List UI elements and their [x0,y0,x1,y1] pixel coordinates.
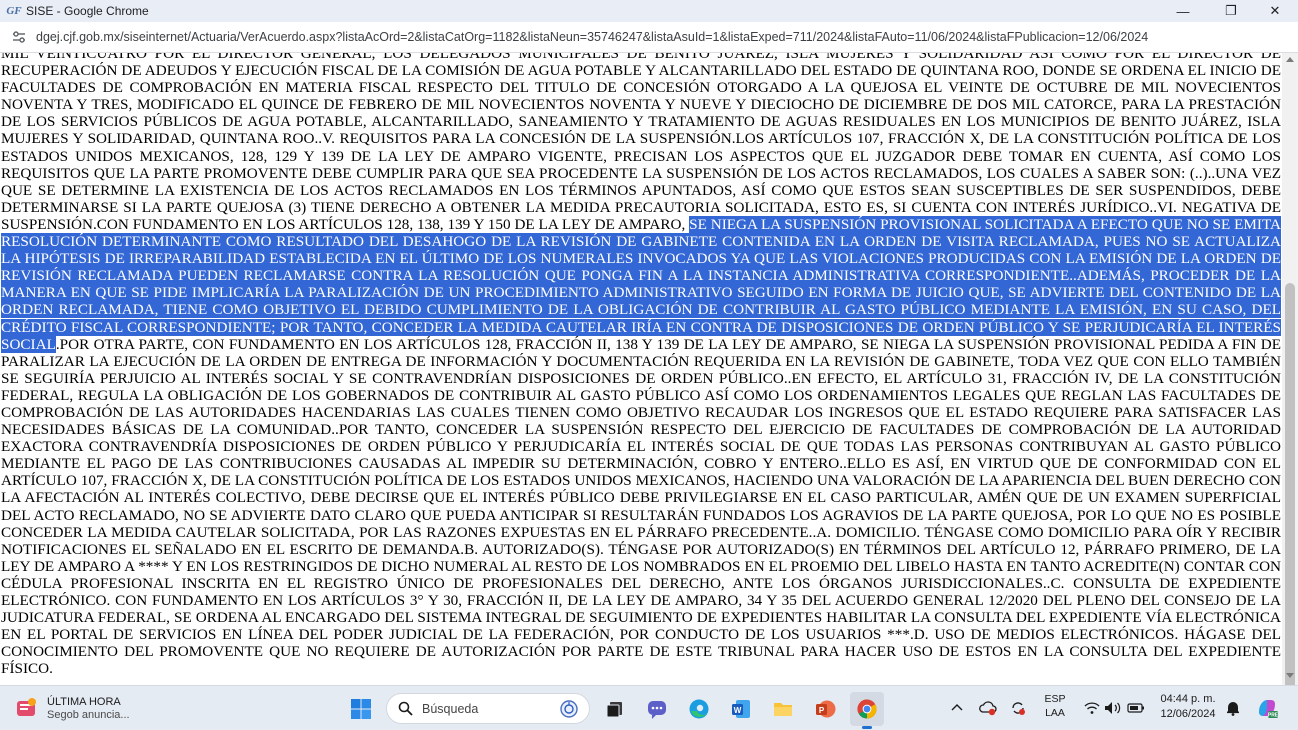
show-hidden-icons-chevron-icon[interactable] [950,700,964,714]
search-highlight-icon [559,699,579,719]
powerpoint-button[interactable]: P [808,692,842,726]
task-view-button[interactable] [598,692,632,726]
scroll-up-arrow-icon[interactable] [1286,57,1294,62]
chrome-icon [857,699,877,719]
file-explorer-button[interactable] [766,692,800,726]
tray-cloud-icon[interactable] [978,698,998,718]
chrome-button[interactable] [850,692,884,729]
clock-date: 12/06/2024 [1160,708,1216,720]
taskbar: ÚLTIMA HORA Segob anuncia... Búsqueda W … [0,685,1298,730]
news-text: ÚLTIMA HORA Segob anuncia... [47,696,130,721]
word-button[interactable]: W [724,692,758,726]
chat-button[interactable] [640,692,674,726]
volume-icon[interactable] [1103,698,1123,718]
svg-text:W: W [734,706,742,715]
word-icon: W [732,700,750,718]
task-view-icon [606,702,622,718]
news-title: ÚLTIMA HORA [47,695,121,708]
minimize-button[interactable]: — [1160,0,1206,22]
window-title: SISE - Google Chrome [26,4,149,18]
copilot-icon[interactable]: PRE [1255,696,1279,720]
powerpoint-icon: P [816,700,836,718]
news-subtitle: Segob anuncia... [47,708,130,721]
svg-text:PRE: PRE [1268,713,1279,719]
battery-icon[interactable] [1126,698,1146,718]
scroll-down-arrow-icon[interactable] [1286,673,1294,678]
language-code: ESP [1044,693,1066,705]
news-alert-icon [14,696,38,720]
selected-text[interactable]: SE NIEGA LA SUSPENSIÓN PROVISIONAL SOLIC… [1,215,1282,353]
windows-start-icon [351,699,371,719]
language-indicator[interactable]: ESP LAA [1036,692,1074,720]
file-explorer-icon [774,703,792,716]
tray-sync-icon[interactable] [1008,698,1028,718]
site-info-icon[interactable] [11,29,27,45]
close-button[interactable]: ✕ [1252,0,1298,22]
maximize-button[interactable]: ❐ [1208,0,1254,22]
window-title-bar[interactable]: GF SISE - Google Chrome — ❐ ✕ [0,0,1298,22]
start-button[interactable] [344,692,378,726]
taskbar-search-box[interactable]: Búsqueda [386,693,590,724]
search-placeholder: Búsqueda [422,701,479,716]
page-content: MIL VEINTICUATRO POR EL DIRECTOR GENERAL… [0,53,1282,685]
search-icon [397,701,413,717]
url-text[interactable]: dgej.cjf.gob.mx/siseinternet/Actuaria/Ve… [36,30,1286,44]
svg-text:P: P [819,706,825,715]
edge-button[interactable] [682,692,716,726]
active-app-indicator [862,726,872,729]
news-widget[interactable]: ÚLTIMA HORA Segob anuncia... [14,690,174,726]
document-text-before-selection: MIL VEINTICUATRO POR EL DIRECTOR GENERAL… [1,53,1281,233]
taskbar-clock[interactable]: 04:44 p. m. 12/06/2024 [1152,692,1224,722]
edge-icon [689,699,709,719]
clock-time: 04:44 p. m. [1160,693,1216,705]
wifi-icon[interactable] [1082,698,1102,718]
chat-icon [648,701,666,719]
keyboard-layout: LAA [1045,707,1065,719]
scrollbar-thumb[interactable] [1285,283,1295,719]
document-text-after-selection: .POR OTRA PARTE, CON FUNDAMENTO EN LOS A… [1,335,1281,678]
address-bar[interactable]: dgej.cjf.gob.mx/siseinternet/Actuaria/Ve… [0,22,1298,53]
document-text: MIL VEINTICUATRO POR EL DIRECTOR GENERAL… [1,53,1282,678]
vertical-scrollbar[interactable] [1282,53,1298,719]
sise-app-icon: GF [6,5,22,17]
notification-bell-icon[interactable] [1223,698,1243,718]
